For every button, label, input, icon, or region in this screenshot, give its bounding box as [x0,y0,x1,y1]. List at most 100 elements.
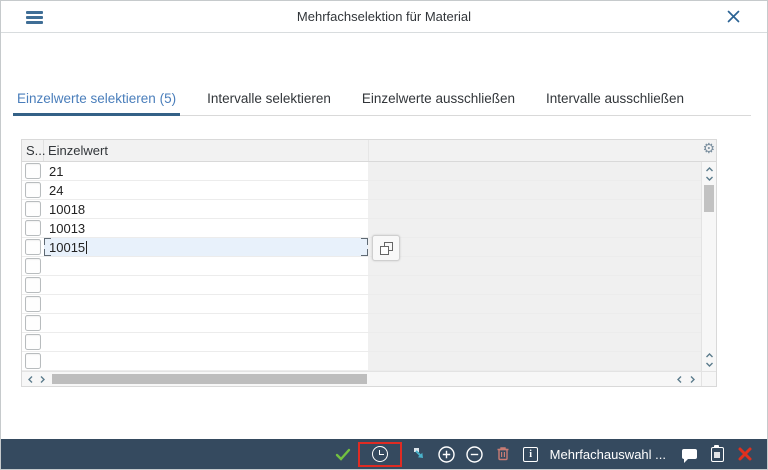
focus-corner-mark [44,249,51,256]
row-select-cell [22,238,44,256]
column-header-select: S... [22,140,44,161]
annotation-highlight [358,442,402,467]
einzelwert-value: 10015 [49,240,85,255]
check-entries-button[interactable] [367,441,393,467]
table-row: 21 [22,162,701,181]
scroll-left-icon[interactable] [673,372,685,386]
accept-button[interactable] [330,441,356,467]
cancel-button[interactable] [732,441,758,467]
import-arrow-icon [410,445,428,463]
einzelwert-cell[interactable]: 10013 [44,219,369,237]
row-filler-cell [369,352,701,370]
table-row [22,276,701,295]
text-caret [86,241,87,254]
einzelwert-value: 21 [49,164,63,179]
tab-1[interactable]: Einzelwerte selektieren (5) [15,91,178,115]
einzelwert-cell[interactable] [44,276,369,294]
tab-3[interactable]: Einzelwerte ausschließen [360,91,517,115]
table-row: 10013 [22,219,701,238]
vertical-scroll-thumb[interactable] [704,185,714,212]
row-select-cell [22,352,44,370]
green-check-icon [337,450,349,459]
table-row: 10015 [22,238,701,257]
row-select-checkbox[interactable] [25,239,41,255]
einzelwert-cell[interactable] [44,295,369,313]
vertical-scrollbar[interactable] [701,162,716,371]
row-select-checkbox[interactable] [25,201,41,217]
insert-row-button[interactable] [434,441,460,467]
row-select-checkbox[interactable] [25,163,41,179]
clipboard-icon [711,447,724,462]
row-select-checkbox[interactable] [25,220,41,236]
einzelwert-cell[interactable]: 21 [44,162,369,180]
row-filler-cell [369,219,701,237]
row-select-checkbox[interactable] [25,182,41,198]
row-select-cell [22,314,44,332]
focus-corner-mark [361,238,368,245]
table-header: S... Einzelwert ⚙ [22,140,716,162]
row-select-checkbox[interactable] [25,334,41,350]
row-select-cell [22,257,44,275]
table-row [22,333,701,352]
row-select-cell [22,162,44,180]
row-select-checkbox[interactable] [25,277,41,293]
einzelwert-cell[interactable]: 10018 [44,200,369,218]
horizontal-scrollbar[interactable] [22,371,701,386]
row-filler-cell [369,162,701,180]
table-row: 10018 [22,200,701,219]
delete-row-button[interactable] [462,441,488,467]
focus-corner-mark [361,249,368,256]
row-filler-cell [369,257,701,275]
einzelwert-cell[interactable]: 10015 [44,238,369,256]
speech-bubble-icon [682,449,697,459]
titlebar: Mehrfachselektion für Material [1,1,767,33]
row-filler-cell [369,181,701,199]
row-select-cell [22,181,44,199]
row-filler-cell [369,200,701,218]
row-select-cell [22,295,44,313]
trash-icon [494,445,512,463]
close-icon[interactable] [726,9,741,24]
column-header-einzelwert: Einzelwert [44,140,369,161]
column-header-filler [369,140,716,161]
einzelwert-value: 10013 [49,221,85,236]
table-row [22,314,701,333]
focus-corner-mark [44,238,51,245]
scroll-right-icon[interactable] [686,372,698,386]
row-select-checkbox[interactable] [25,258,41,274]
einzelwert-cell[interactable] [44,333,369,351]
tab-2[interactable]: Intervalle selektieren [205,91,333,115]
row-select-checkbox[interactable] [25,296,41,312]
scroll-right-icon[interactable] [36,372,48,386]
duplicate-value-button[interactable] [372,235,400,261]
scroll-down-icon[interactable] [702,359,716,369]
tab-strip: Einzelwerte selektieren (5) Intervalle se… [15,87,751,116]
scroll-left-icon[interactable] [24,372,36,386]
row-select-checkbox[interactable] [25,315,41,331]
table-settings-gear-icon[interactable]: ⚙ [702,142,715,156]
minus-circle-icon [465,445,484,464]
paste-button[interactable] [704,441,730,467]
row-filler-cell [369,238,701,256]
einzelwert-cell[interactable] [44,257,369,275]
table-row [22,257,701,276]
row-filler-cell [369,295,701,313]
info-button[interactable]: i [518,441,544,467]
tab-4[interactable]: Intervalle ausschließen [544,91,686,115]
import-button[interactable] [406,441,432,467]
einzelwert-cell[interactable] [44,352,369,370]
einzelwert-cell[interactable] [44,314,369,332]
row-select-cell [22,219,44,237]
multiple-selection-button[interactable]: Mehrfachauswahl ... [550,447,666,462]
scroll-down-icon[interactable] [702,173,716,183]
einzelwert-cell[interactable]: 24 [44,181,369,199]
horizontal-scroll-thumb[interactable] [52,374,367,384]
einzelwert-value: 10018 [49,202,85,217]
row-select-checkbox[interactable] [25,353,41,369]
delete-all-button[interactable] [490,441,516,467]
multiple-selection-dialog: Mehrfachselektion für Material Einzelwer… [0,0,768,470]
selection-table: S... Einzelwert ⚙ 21 24 10018 10013 10015 [21,139,717,387]
clock-icon [372,446,388,462]
table-row [22,295,701,314]
comment-button[interactable] [676,441,702,467]
